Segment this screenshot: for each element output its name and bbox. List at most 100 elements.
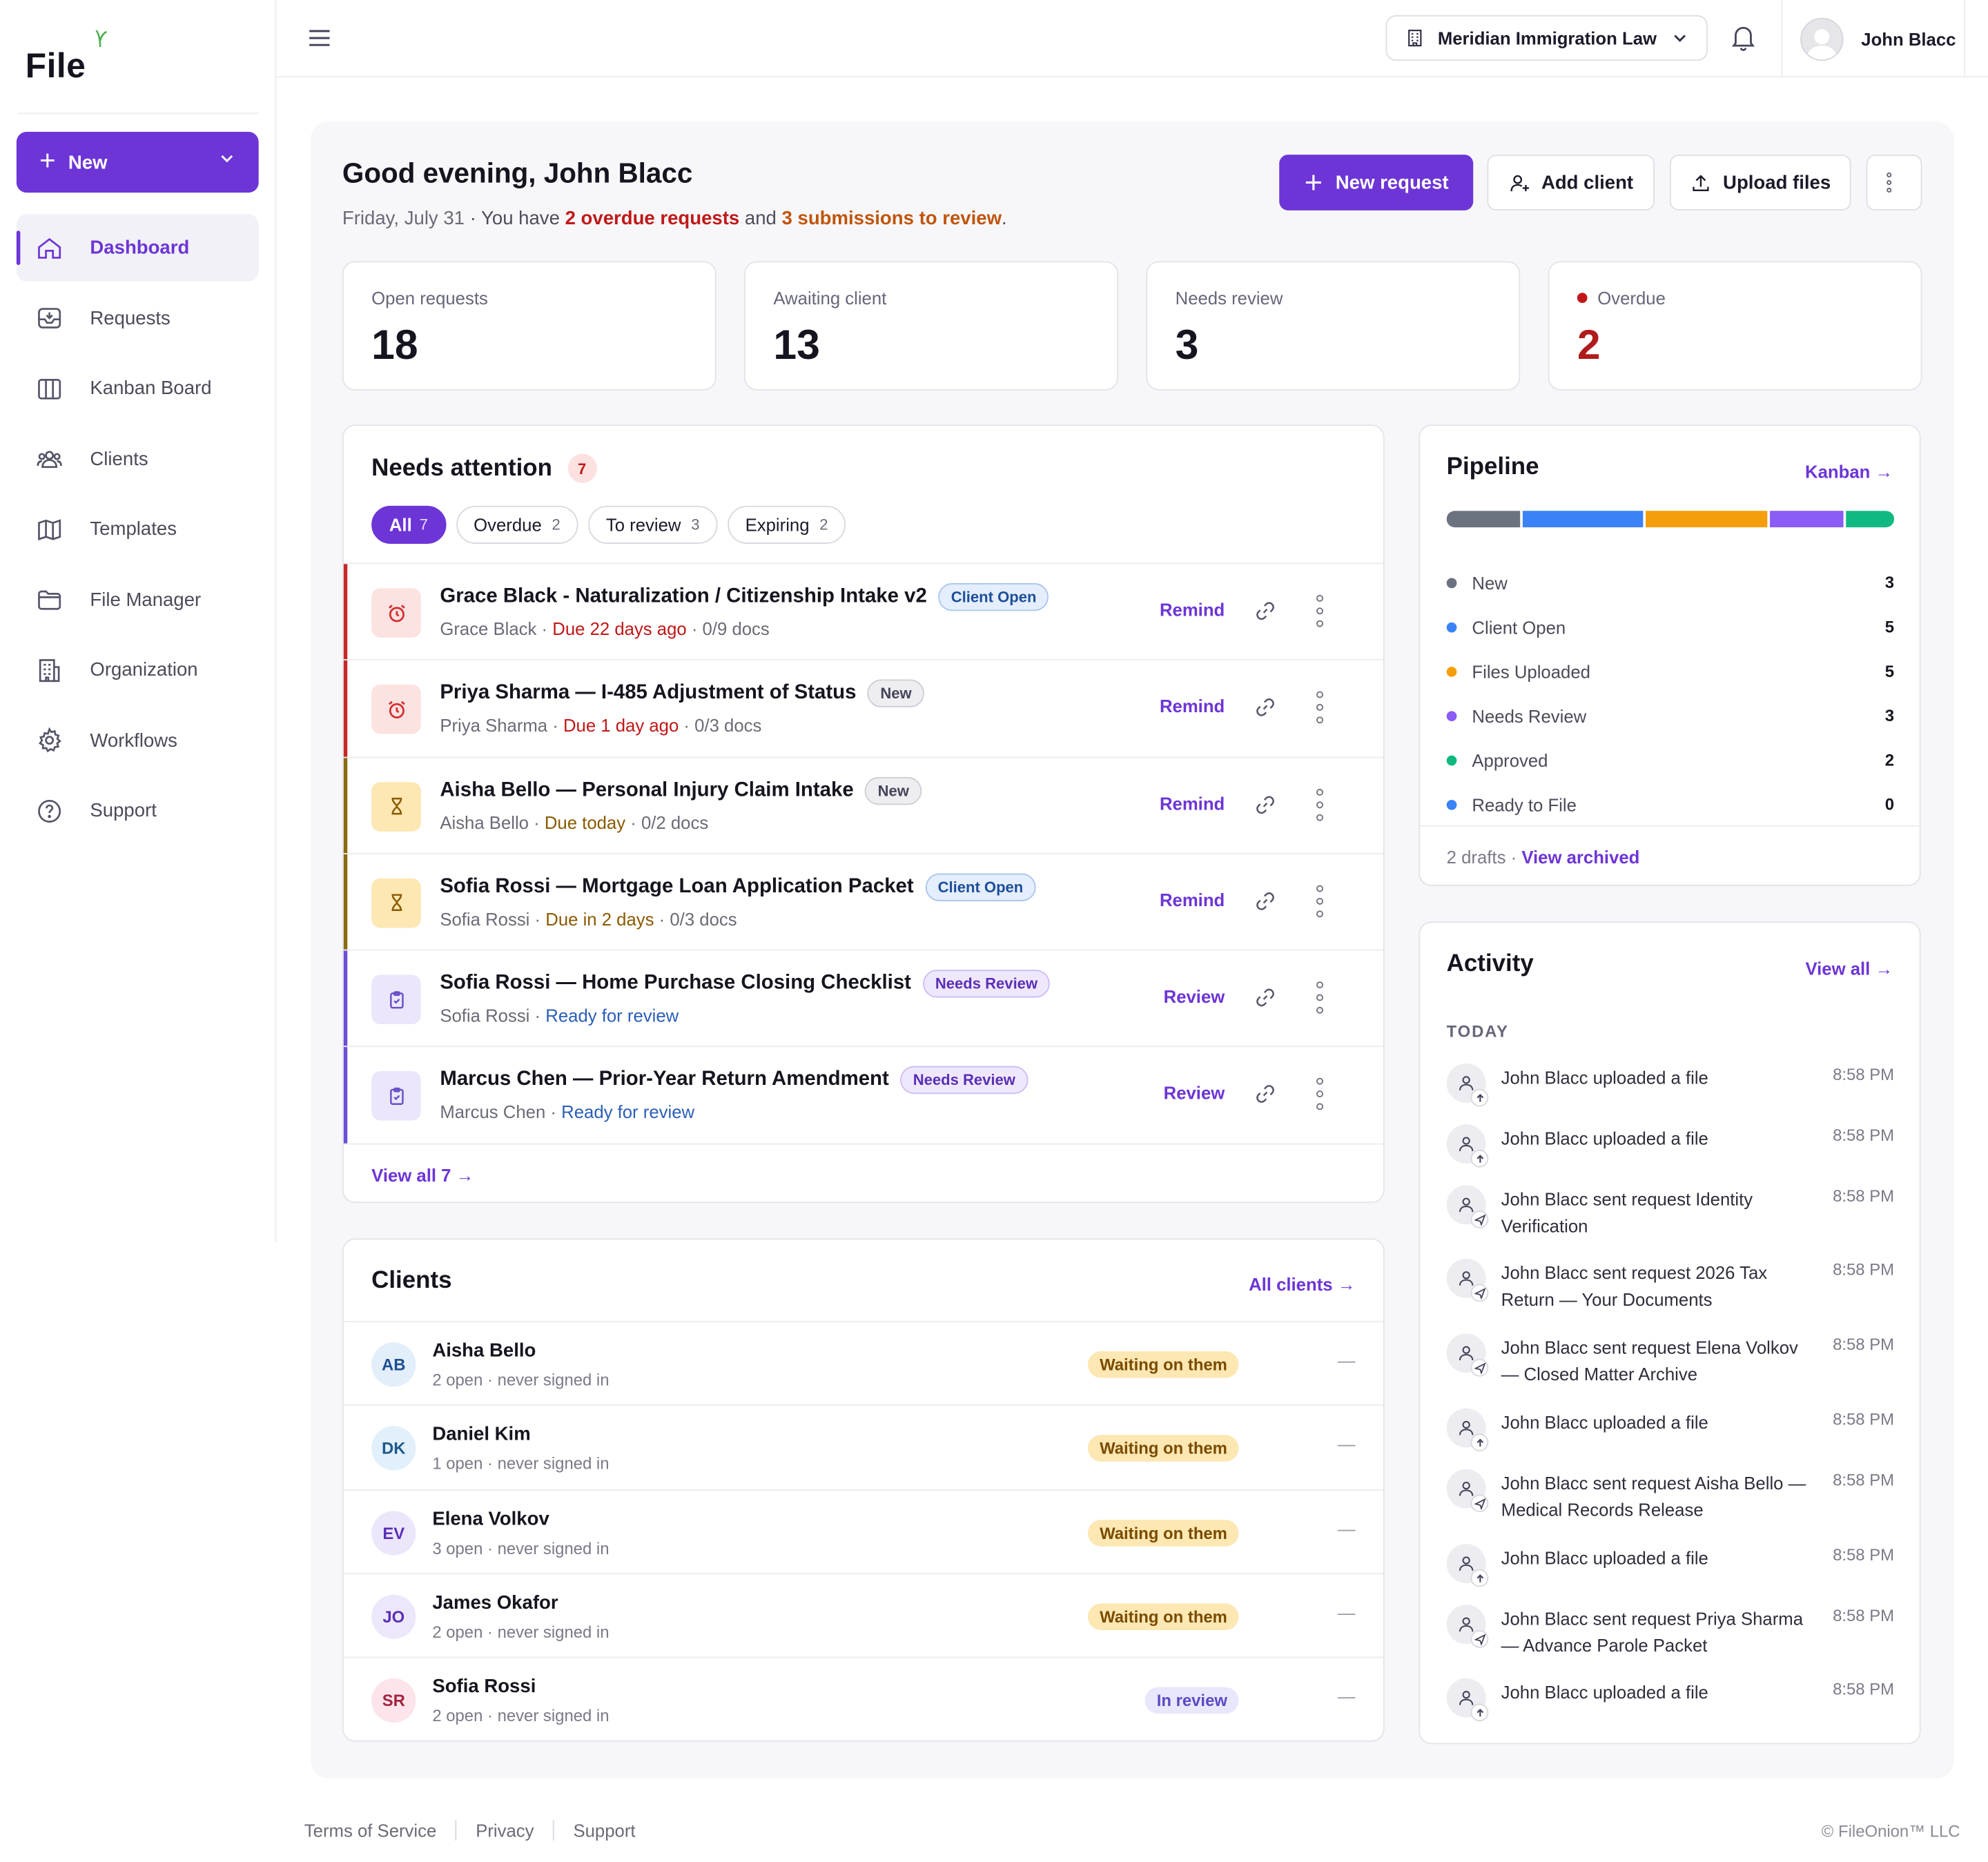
more-vertical-icon[interactable]: [1316, 692, 1324, 725]
client-row[interactable]: JO James Okafor 2 open · never signed in…: [343, 1574, 1383, 1658]
review-button[interactable]: Review: [1164, 986, 1225, 1006]
row-stripe: [343, 854, 348, 950]
sidebar-item-file-manager[interactable]: File Manager: [17, 566, 259, 633]
client-row[interactable]: AB Aisha Bello 2 open · never signed in …: [343, 1322, 1383, 1407]
sidebar-item-organization[interactable]: Organization: [17, 636, 259, 703]
remind-button[interactable]: Remind: [1160, 600, 1225, 620]
bell-icon[interactable]: [1731, 24, 1756, 52]
activity-item[interactable]: John Blacc sent request 2026 Tax Return …: [1446, 1255, 1894, 1329]
view-all-attention-link[interactable]: View all 7 →: [371, 1165, 474, 1185]
columns-icon: [38, 378, 61, 399]
more-vertical-icon[interactable]: [1316, 885, 1324, 918]
link-icon[interactable]: [1255, 988, 1275, 1008]
more-vertical-icon[interactable]: [1316, 981, 1324, 1015]
sidebar-item-templates[interactable]: Templates: [17, 496, 259, 562]
remind-button[interactable]: Remind: [1160, 696, 1225, 716]
filter-expiring[interactable]: Expiring 2: [727, 505, 846, 544]
user-menu[interactable]: John Blacc: [1781, 0, 1965, 78]
attention-row[interactable]: Marcus Chen — Prior-Year Return Amendmen…: [343, 1048, 1383, 1145]
more-vertical-icon[interactable]: [1316, 1078, 1324, 1111]
filter-to-review[interactable]: To review 3: [588, 505, 718, 544]
support-link[interactable]: Support: [573, 1821, 635, 1841]
client-row[interactable]: DK Daniel Kim 1 open · never signed in W…: [343, 1406, 1383, 1491]
sidebar-item-clients[interactable]: Clients: [17, 425, 259, 492]
view-archived-link[interactable]: View archived: [1521, 847, 1639, 867]
attention-row[interactable]: Priya Sharma — I-485 Adjustment of Statu…: [343, 660, 1383, 758]
activity-item[interactable]: John Blacc sent request Aisha Bello — Me…: [1446, 1465, 1894, 1540]
activity-item[interactable]: John Blacc uploaded a file 8:58 PM: [1446, 1059, 1894, 1120]
more-vertical-icon[interactable]: [1316, 594, 1324, 627]
activity-text: John Blacc sent request 2026 Tax Return …: [1501, 1262, 1768, 1309]
user-icon: [1446, 1469, 1489, 1513]
link-icon[interactable]: [1255, 794, 1275, 814]
view-all-activity-link[interactable]: View all →: [1805, 959, 1893, 979]
pipeline-legend-item[interactable]: Approved 2: [1446, 738, 1894, 782]
sidebar-item-kanban[interactable]: Kanban Board: [17, 355, 259, 422]
new-request-button[interactable]: New request: [1279, 155, 1474, 210]
request-title[interactable]: Aisha Bello — Personal Injury Claim Inta…: [440, 779, 853, 802]
attention-row[interactable]: Aisha Bello — Personal Injury Claim Inta…: [343, 757, 1383, 854]
link-icon[interactable]: [1255, 891, 1275, 911]
new-button[interactable]: + New: [16, 132, 259, 193]
review-button[interactable]: Review: [1164, 1083, 1225, 1103]
stat-value: 18: [371, 320, 418, 368]
more-vertical-icon[interactable]: [1316, 788, 1324, 821]
link-icon[interactable]: [1255, 698, 1275, 718]
activity-item[interactable]: John Blacc sent request Elena Volkov — C…: [1446, 1330, 1894, 1404]
filter-overdue[interactable]: Overdue 2: [456, 505, 578, 544]
attention-row[interactable]: Sofia Rossi — Home Purchase Closing Chec…: [343, 950, 1383, 1048]
request-meta: Aisha Bello · Due today · 0/2 docs: [440, 812, 709, 832]
activity-item[interactable]: John Blacc uploaded a file 8:58 PM: [1446, 1540, 1894, 1601]
link-icon[interactable]: [1255, 1084, 1275, 1104]
activity-item[interactable]: John Blacc uploaded a file 8:58 PM: [1446, 1674, 1894, 1735]
sidebar-item-workflows[interactable]: Workflows: [17, 707, 259, 774]
privacy-link[interactable]: Privacy: [476, 1821, 534, 1841]
remind-button[interactable]: Remind: [1160, 890, 1225, 910]
upload-icon: [1470, 1703, 1489, 1722]
attention-row[interactable]: Sofia Rossi — Mortgage Loan Application …: [343, 854, 1383, 951]
activity-text: John Blacc uploaded a file: [1501, 1682, 1708, 1703]
sidebar-item-requests[interactable]: Requests: [17, 284, 259, 351]
request-title[interactable]: Marcus Chen — Prior-Year Return Amendmen…: [440, 1069, 888, 1092]
stat-needs-review[interactable]: Needs review 3: [1146, 261, 1521, 391]
request-title[interactable]: Sofia Rossi — Mortgage Loan Application …: [440, 876, 913, 899]
new-button-label: New: [68, 151, 108, 173]
activity-item[interactable]: John Blacc sent request Identity Verific…: [1446, 1182, 1894, 1255]
stat-open-requests[interactable]: Open requests 18: [342, 261, 717, 391]
organization-select[interactable]: Meridian Immigration Law: [1385, 15, 1708, 61]
sidebar-item-support[interactable]: Support: [17, 777, 259, 844]
activity-item[interactable]: John Blacc sent request Priya Sharma — A…: [1446, 1601, 1894, 1675]
kanban-link[interactable]: Kanban →: [1805, 462, 1893, 482]
stat-awaiting-client[interactable]: Awaiting client 13: [744, 261, 1118, 391]
all-clients-link[interactable]: All clients →: [1249, 1274, 1355, 1294]
menu-icon[interactable]: [306, 26, 332, 51]
card-title: Pipeline: [1446, 453, 1539, 481]
request-title[interactable]: Grace Black - Naturalization / Citizensh…: [440, 586, 927, 609]
link-icon[interactable]: [1255, 601, 1275, 621]
logo[interactable]: File: [26, 28, 107, 86]
overdue-summary-link[interactable]: 2 overdue requests: [565, 208, 740, 229]
request-title[interactable]: Sofia Rossi — Home Purchase Closing Chec…: [440, 972, 911, 995]
stat-overdue[interactable]: Overdue 2: [1548, 261, 1922, 391]
activity-item[interactable]: John Blacc uploaded a file 8:58 PM: [1446, 1121, 1894, 1182]
pipeline-legend-item[interactable]: New 3: [1446, 560, 1895, 605]
activity-item[interactable]: John Blacc uploaded a file 8:58 PM: [1446, 1404, 1894, 1465]
sidebar-item-dashboard[interactable]: Dashboard: [16, 214, 259, 282]
terms-link[interactable]: Terms of Service: [304, 1821, 436, 1841]
more-options-button[interactable]: [1866, 155, 1922, 210]
client-row[interactable]: SR Sofia Rossi 2 open · never signed in …: [344, 1658, 1383, 1741]
request-title[interactable]: Priya Sharma — I-485 Adjustment of Statu…: [440, 683, 856, 705]
add-client-button[interactable]: Add client: [1487, 155, 1655, 210]
remind-button[interactable]: Remind: [1160, 793, 1225, 813]
pipeline-legend-item[interactable]: Needs Review 3: [1446, 694, 1894, 738]
stage-count: 3: [1884, 573, 1895, 592]
client-row[interactable]: EV Elena Volkov 3 open · never signed in…: [343, 1490, 1383, 1574]
upload-files-button[interactable]: Upload files: [1669, 155, 1851, 210]
filter-all[interactable]: All 7: [371, 505, 446, 544]
activity-card: Activity View all → TODAY John Blacc upl…: [1419, 921, 1921, 1745]
review-summary-link[interactable]: 3 submissions to review: [782, 208, 1002, 229]
pipeline-legend-item[interactable]: Ready to File 0: [1446, 782, 1894, 826]
pipeline-legend-item[interactable]: Client Open 5: [1446, 605, 1894, 649]
attention-row[interactable]: Grace Black - Naturalization / Citizensh…: [343, 564, 1383, 661]
pipeline-legend-item[interactable]: Files Uploaded 5: [1446, 649, 1894, 693]
